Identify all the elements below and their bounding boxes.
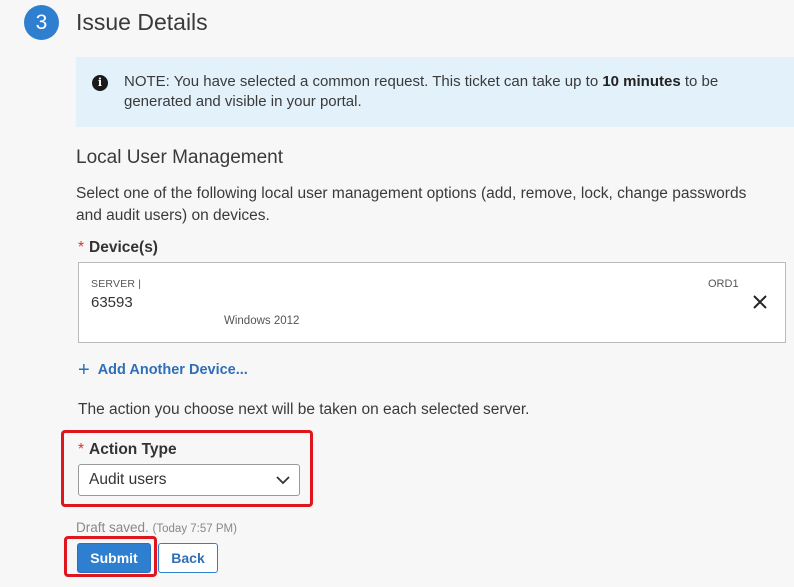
action-note: The action you choose next will be taken… xyxy=(78,401,530,418)
plus-icon: + xyxy=(78,359,90,381)
device-type: SERVER | xyxy=(91,278,142,290)
device-id: 63593 xyxy=(91,294,133,311)
back-button[interactable]: Back xyxy=(158,543,218,573)
devices-label: * Device(s) xyxy=(78,239,158,256)
device-os: Windows 2012 xyxy=(224,315,300,327)
info-icon: i xyxy=(92,75,108,91)
section-title: Issue Details xyxy=(76,9,208,35)
note-text: NOTE: You have selected a common request… xyxy=(124,73,719,110)
required-marker: * xyxy=(78,441,85,458)
form-description: Select one of the following local user m… xyxy=(76,185,747,224)
remove-device-close-icon[interactable] xyxy=(751,293,769,311)
action-type-label: * Action Type xyxy=(78,441,177,458)
form-subtitle: Local User Management xyxy=(76,147,283,168)
chevron-down-icon xyxy=(276,476,290,485)
action-type-select[interactable]: Audit users xyxy=(78,464,300,496)
note-banner: i NOTE: You have selected a common reque… xyxy=(76,57,794,127)
submit-button[interactable]: Submit xyxy=(77,543,151,573)
device-card: SERVER | 63593 Windows 2012 ORD1 xyxy=(78,262,786,343)
device-datacenter: ORD1 xyxy=(708,278,739,290)
add-another-device-link[interactable]: + Add Another Device... xyxy=(78,359,248,381)
draft-status: Draft saved. (Today 7:57 PM) xyxy=(76,520,237,535)
required-marker: * xyxy=(78,239,85,256)
step-number-badge: 3 xyxy=(24,5,59,40)
